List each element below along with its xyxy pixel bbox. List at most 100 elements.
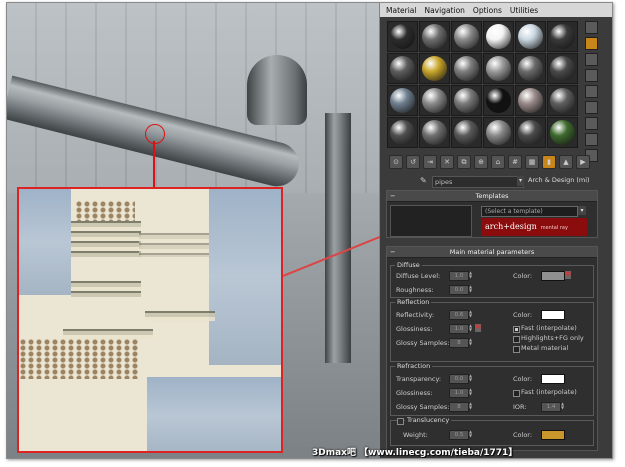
chevron-down-icon[interactable]: ▾ [578,206,586,215]
material-slot[interactable] [387,21,418,52]
refraction-color-swatch[interactable] [541,374,565,384]
menu-utilities[interactable]: Utilities [510,6,538,15]
template-select[interactable]: (Select a template) [481,206,578,217]
menu-material[interactable]: Material [386,6,416,15]
spinner-arrows-icon[interactable]: ▲ ▼ [469,402,473,410]
show-end-result-icon[interactable]: ▮ [542,155,556,169]
sample-type-icon[interactable] [585,21,598,34]
material-slot[interactable] [515,117,546,148]
background-icon[interactable] [585,53,598,66]
material-slot[interactable] [483,85,514,116]
material-slot[interactable] [387,117,418,148]
options-icon[interactable] [585,117,598,130]
go-forward-icon[interactable]: ▶ [576,155,590,169]
translucency-weight-spinner[interactable]: 0.5 [449,430,469,440]
material-slot[interactable] [387,53,418,84]
material-id-icon[interactable]: # [508,155,522,169]
copy-material-icon[interactable]: ⧉ [457,155,471,169]
material-slot[interactable] [547,21,578,52]
material-type-button[interactable]: Arch & Design (mi) [528,176,590,184]
material-slot[interactable] [483,21,514,52]
spinner-arrows-icon[interactable]: ▲ ▼ [469,324,473,332]
material-slot[interactable] [547,117,578,148]
reset-map-icon[interactable]: ✕ [440,155,454,169]
material-slot[interactable] [419,85,450,116]
make-preview-icon[interactable] [585,101,598,114]
material-sphere-icon [422,24,447,49]
eyedropper-icon[interactable]: ✎ [420,176,427,185]
refraction-fast-checkbox[interactable] [513,390,520,397]
reflection-color-swatch[interactable] [541,310,565,320]
material-slot[interactable] [419,53,450,84]
reflection-glossy-samples-spinner[interactable]: 8 [449,338,469,348]
material-slot[interactable] [451,85,482,116]
spinner-arrows-icon[interactable]: ▲ ▼ [469,338,473,346]
material-slot[interactable] [451,53,482,84]
transparency-spinner[interactable]: 0.0 [449,374,469,384]
material-slot[interactable] [419,117,450,148]
material-slot[interactable] [547,85,578,116]
material-sphere-icon [550,88,575,113]
main-params-rollout: − Main material parameters Diffuse Diffu… [386,246,598,451]
put-to-library-icon[interactable]: ⌂ [491,155,505,169]
ior-label: IOR: [513,403,527,411]
material-slot[interactable] [387,85,418,116]
material-slot[interactable] [419,21,450,52]
main-params-header[interactable]: − Main material parameters [387,247,597,258]
metal-material-checkbox[interactable] [513,346,520,353]
assign-material-icon[interactable]: ⇥ [423,155,437,169]
spinner-arrows-icon[interactable]: ▲ ▼ [469,271,473,279]
material-slot[interactable] [451,117,482,148]
material-slot[interactable] [451,21,482,52]
highlights-fg-checkbox[interactable] [513,336,520,343]
roughness-spinner[interactable]: 0.0 [449,285,469,295]
render-viewport [7,3,379,458]
material-slot[interactable] [515,21,546,52]
texture-tile [19,189,71,295]
menu-navigation[interactable]: Navigation [424,6,464,15]
uv-tiling-icon[interactable] [585,69,598,82]
video-check-icon[interactable] [585,85,598,98]
material-slot[interactable] [483,53,514,84]
diffuse-map-button[interactable]: M [565,271,571,279]
spinner-arrows-icon[interactable]: ▲ ▼ [469,388,473,396]
refraction-glossiness-spinner[interactable]: 1.0 [449,388,469,398]
translucency-color-label: Color: [513,431,533,439]
reflectivity-spinner[interactable]: 0.6 [449,310,469,320]
unique-icon[interactable]: ⊕ [474,155,488,169]
spinner-arrows-icon[interactable]: ▲ ▼ [469,430,473,438]
template-list[interactable] [390,205,472,237]
texture-rust [75,201,135,221]
refraction-glossy-samples-spinner[interactable]: 8 [449,402,469,412]
put-to-scene-icon[interactable]: ↺ [406,155,420,169]
fast-interpolate-checkbox[interactable] [513,326,520,333]
ior-spinner[interactable]: 1.4 [541,402,561,412]
refraction-group: Refraction Transparency: 0.0 ▲ ▼ Glossine… [390,362,594,416]
templates-header[interactable]: − Templates [387,191,597,202]
texture-stripe [71,281,141,297]
material-slot[interactable] [515,53,546,84]
material-slot[interactable] [515,85,546,116]
templates-rollout: − Templates (Select a template) ▾ arch+d… [386,190,598,238]
get-material-icon[interactable]: ⊙ [389,155,403,169]
translucency-color-swatch[interactable] [541,430,565,440]
material-sphere-icon [454,120,479,145]
spinner-arrows-icon[interactable]: ▲ ▼ [561,402,565,410]
material-slot[interactable] [547,53,578,84]
backlight-icon[interactable] [585,37,598,50]
material-name-field[interactable]: pipes [432,176,524,188]
show-map-icon[interactable]: ▦ [525,155,539,169]
diffuse-level-spinner[interactable]: 1.0 [449,271,469,281]
diffuse-color-swatch[interactable] [541,271,565,281]
spinner-arrows-icon[interactable]: ▲ ▼ [469,310,473,318]
glossiness-map-button[interactable]: M [475,324,481,332]
material-name-dropdown[interactable]: ▾ [517,176,524,186]
go-to-parent-icon[interactable]: ▲ [559,155,573,169]
spinner-arrows-icon[interactable]: ▲ ▼ [469,374,473,382]
menu-options[interactable]: Options [473,6,502,15]
material-slot[interactable] [483,117,514,148]
select-by-material-icon[interactable] [585,133,598,146]
translucency-checkbox[interactable] [397,418,404,425]
reflection-glossiness-spinner[interactable]: 1.0 [449,324,469,334]
spinner-arrows-icon[interactable]: ▲ ▼ [469,285,473,293]
